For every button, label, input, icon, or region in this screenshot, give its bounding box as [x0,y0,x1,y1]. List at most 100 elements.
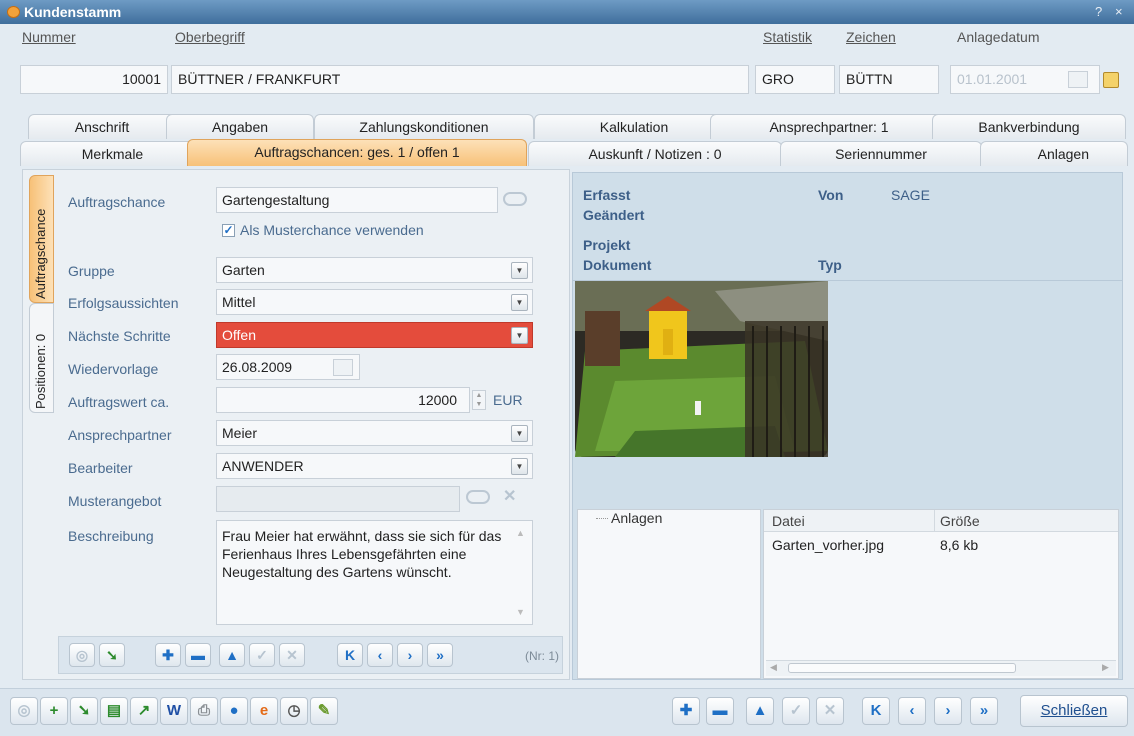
tab-bankverbindung[interactable]: Bankverbindung [932,114,1126,139]
view-icon[interactable]: ◎ [69,643,95,667]
chart-icon[interactable]: ↗ [130,697,158,725]
table-row[interactable]: Garten_vorher.jpg 8,6 kb [764,535,1118,555]
arrow-icon[interactable]: ➘ [70,697,98,725]
info-icon[interactable]: ● [220,697,248,725]
tools-icon[interactable]: ✎ [310,697,338,725]
new-document-icon[interactable]: + [40,697,68,725]
email-icon[interactable]: e [250,697,278,725]
statistik-label: Statistik [763,29,813,45]
column-groesse[interactable]: Größe [940,513,980,529]
remove-icon[interactable]: ▬ [706,697,734,725]
next-record-icon[interactable]: › [934,697,962,725]
confirm-icon: ✓ [249,643,275,667]
document-icon[interactable]: ▤ [100,697,128,725]
move-up-icon[interactable]: ▲ [746,697,774,725]
clear-icon: ✕ [503,488,517,505]
first-record-icon[interactable]: K [337,643,363,667]
von-label: Von [818,187,844,203]
gruppe-select[interactable]: Garten [216,257,533,283]
arrow-icon[interactable]: ➘ [99,643,125,667]
groesse-cell: 8,6 kb [940,537,979,553]
wiedervorlage-label: Wiedervorlage [68,361,159,377]
side-tab-positionen[interactable]: Positionen: 0 [29,303,54,413]
zeichen-field[interactable]: BÜTTN [839,65,939,94]
tree-item-anlagen[interactable]: Anlagen [611,510,662,526]
tab-bar: Anschrift Angaben Zahlungskonditionen Ka… [20,114,1128,169]
scroll-down-icon[interactable]: ▼ [516,607,525,617]
tab-zahlungskonditionen[interactable]: Zahlungskonditionen [314,114,534,139]
scroll-up-icon[interactable]: ▲ [516,528,525,538]
oberbegriff-label: Oberbegriff [175,29,245,45]
calendar-icon[interactable] [333,359,353,376]
typ-label: Typ [818,257,842,273]
calendar-icon [1068,71,1088,88]
move-up-icon[interactable]: ▲ [219,643,245,667]
musterangebot-label: Musterangebot [68,493,162,509]
remove-icon[interactable]: ▬ [185,643,211,667]
chevron-down-icon[interactable]: ▼ [511,294,528,311]
glasses-icon [466,490,490,504]
lock-icon[interactable] [1103,72,1119,88]
attachment-list: Datei Größe Garten_vorher.jpg 8,6 kb ◀ ▶ [763,509,1119,679]
scroll-left-icon[interactable]: ◀ [770,662,777,673]
erfasst-label: Erfasst [583,187,631,203]
stepper-icon[interactable]: ▲ ▼ [472,390,486,410]
next-record-icon[interactable]: › [397,643,423,667]
nummer-field[interactable]: 10001 [20,65,168,94]
musterangebot-input [216,486,460,512]
oberbegriff-field[interactable]: BÜTTNER / FRANKFURT [171,65,749,94]
tab-auftragschancen[interactable]: Auftragschancen: ges. 1 / offen 1 [187,139,527,166]
chevron-down-icon[interactable]: ▼ [511,458,528,475]
previous-record-icon[interactable]: ‹ [367,643,393,667]
tab-auskunft-notizen[interactable]: Auskunft / Notizen : 0 [528,141,782,166]
confirm-icon: ✓ [782,697,810,725]
word-icon[interactable]: W [160,697,188,725]
tab-merkmale[interactable]: Merkmale [20,141,205,166]
chevron-down-icon[interactable]: ▼ [511,327,528,344]
projekt-label: Projekt [583,237,631,253]
first-record-icon[interactable]: K [862,697,890,725]
statistik-field[interactable]: GRO [755,65,835,94]
last-record-icon[interactable]: » [970,697,998,725]
scroll-right-icon[interactable]: ▶ [1102,662,1109,673]
naechste-schritte-select[interactable]: Offen [216,322,533,348]
last-record-icon[interactable]: » [427,643,453,667]
bearbeiter-select[interactable]: ANWENDER [216,453,533,479]
von-value: SAGE [891,187,930,203]
auftragschance-input[interactable]: Gartengestaltung [216,187,498,213]
erfolgsaussichten-label: Erfolgsaussichten [68,295,179,311]
geaendert-label: Geändert [583,207,645,223]
horizontal-scrollbar[interactable]: ◀ ▶ [766,660,1116,676]
dokument-label: Dokument [583,257,652,273]
chevron-down-icon[interactable]: ▼ [511,262,528,279]
tab-kalkulation[interactable]: Kalkulation [534,114,734,139]
musterchance-checkbox[interactable]: ✓ [222,224,235,237]
app-icon [7,6,20,18]
tab-angaben[interactable]: Angaben [166,114,314,139]
beschreibung-textarea[interactable]: Frau Meier hat erwähnt, dass sie sich fü… [216,520,533,625]
attachment-tree[interactable]: Anlagen [577,509,761,679]
previous-record-icon[interactable]: ‹ [898,697,926,725]
clock-icon[interactable]: ◷ [280,697,308,725]
auftragswert-input[interactable]: 12000 [216,387,470,413]
close-icon[interactable]: × [1115,0,1123,24]
tab-anlagen[interactable]: Anlagen [980,141,1128,166]
add-icon[interactable]: ✚ [155,643,181,667]
view-icon[interactable]: ◎ [10,697,38,725]
scrollbar-thumb[interactable] [788,663,1016,673]
tab-anschrift[interactable]: Anschrift [28,114,176,139]
help-icon[interactable]: ? [1095,0,1102,24]
ansprechpartner-select[interactable]: Meier [216,420,533,446]
side-tab-auftragschance[interactable]: Auftragschance [29,175,54,303]
schliessen-button[interactable]: Schließen [1020,695,1128,727]
chevron-down-icon[interactable]: ▼ [511,425,528,442]
add-icon[interactable]: ✚ [672,697,700,725]
tab-seriennummer[interactable]: Seriennummer [780,141,982,166]
erfolgsaussichten-select[interactable]: Mittel [216,289,533,315]
print-icon[interactable]: ⎙ [190,697,218,725]
window-title: Kundenstamm [24,4,122,20]
zeichen-label: Zeichen [846,29,896,45]
glasses-icon[interactable] [503,192,527,206]
tab-ansprechpartner[interactable]: Ansprechpartner: 1 [710,114,948,139]
column-datei[interactable]: Datei [772,513,805,529]
